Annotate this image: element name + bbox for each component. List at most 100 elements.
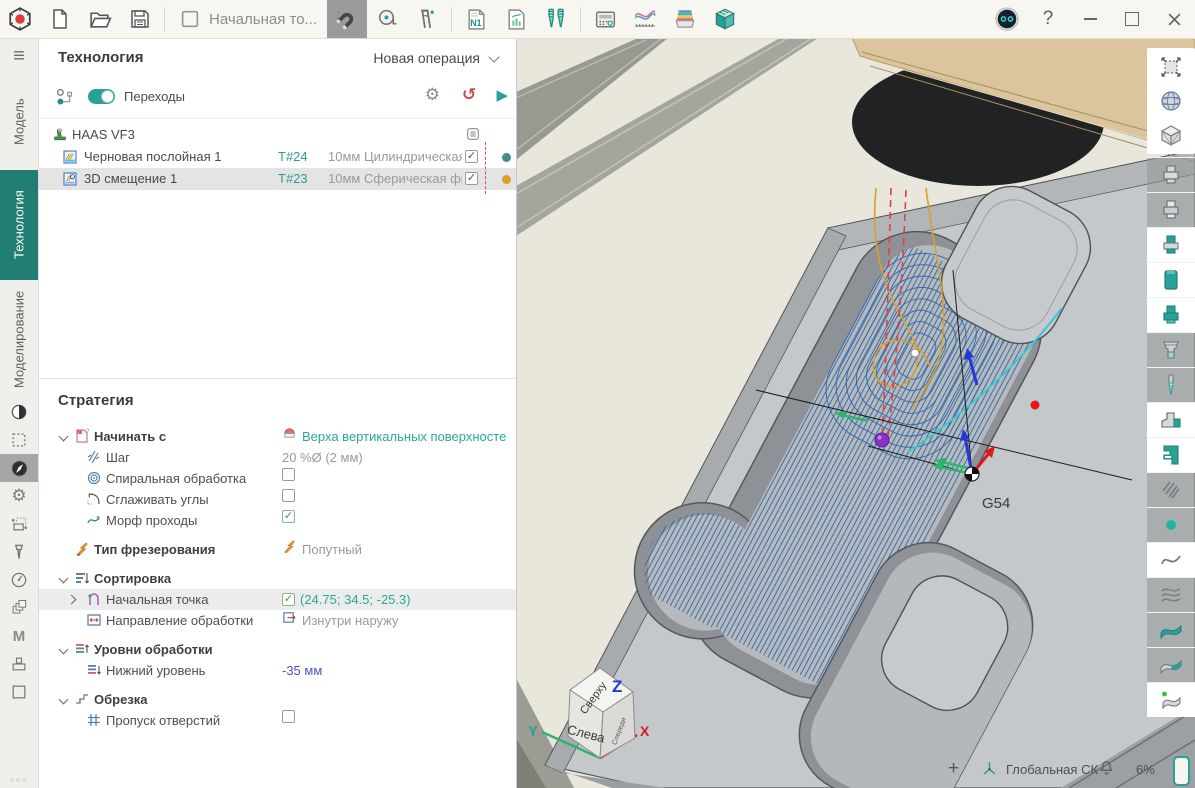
operation-enabled-checkbox[interactable]: [465, 150, 478, 163]
surface-teal-button[interactable]: [1147, 612, 1195, 647]
document-tab[interactable]: Начальная то...: [169, 0, 327, 38]
param-start-point[interactable]: Начальная точка (24.75; 34.5; -25.3): [38, 589, 516, 610]
caliper-button[interactable]: [407, 0, 447, 38]
tab-model[interactable]: Модель: [0, 74, 38, 170]
waves-button[interactable]: [1147, 577, 1195, 612]
param-morph-passes[interactable]: Морф проходы: [38, 510, 516, 531]
close-button[interactable]: [1153, 0, 1195, 38]
material-box-button[interactable]: [705, 0, 745, 38]
param-smooth-corners[interactable]: Сглаживать углы: [38, 489, 516, 510]
expand-caret-icon[interactable]: [67, 595, 77, 605]
direction-value[interactable]: Изнутри наружу: [302, 610, 399, 631]
save-project-button[interactable]: [120, 0, 160, 38]
param-start-from[interactable]: ? Начинать с Верха вертикальных поверхно…: [38, 426, 516, 447]
material-m-icon[interactable]: M: [0, 622, 38, 650]
operation-settings-icon[interactable]: ⚙: [425, 85, 440, 105]
collapse-caret-icon[interactable]: [59, 432, 69, 442]
settings-gear-icon[interactable]: ⚙: [0, 482, 38, 510]
transitions-graph-icon[interactable]: [54, 86, 76, 111]
shaded-view-button[interactable]: [1147, 84, 1195, 118]
transform-box-icon[interactable]: [0, 510, 38, 538]
navigator-compass-icon[interactable]: [0, 454, 38, 482]
viewport-3d[interactable]: G54 Сверху Слева Спереди Y Z X: [516, 38, 1195, 788]
milling-type-value[interactable]: Попутный: [302, 539, 362, 560]
step-value[interactable]: 20 %Ø (2 мм): [282, 447, 363, 468]
gcode-n1-button[interactable]: N1: [456, 0, 496, 38]
tree-machine-row[interactable]: HAAS VF3: [38, 124, 516, 146]
coordinate-system-icon[interactable]: [980, 759, 999, 781]
more-dots-icon[interactable]: ○○○: [10, 777, 29, 784]
tool-holder-1-button[interactable]: [1147, 157, 1195, 192]
tool-holder-2-button[interactable]: [1147, 192, 1195, 227]
surface-half-button[interactable]: [1147, 647, 1195, 682]
magnet-snap-button[interactable]: [327, 0, 367, 38]
selection-frame-icon[interactable]: [0, 426, 38, 454]
param-step[interactable]: Шаг 20 %Ø (2 мм): [38, 447, 516, 468]
collapse-caret-icon[interactable]: [59, 574, 69, 584]
csys-label[interactable]: Глобальная СК: [1006, 762, 1098, 777]
open-project-button[interactable]: [80, 0, 120, 38]
tool-drill-icon[interactable]: [0, 538, 38, 566]
layers-icon[interactable]: [0, 594, 38, 622]
param-skip-holes[interactable]: Пропуск отверстий: [38, 710, 516, 731]
start-from-value[interactable]: Верха вертикальных поверхносте: [302, 426, 506, 447]
toolpath-hatch-button[interactable]: [1147, 472, 1195, 507]
collapse-caret-icon[interactable]: [59, 695, 69, 705]
param-milling-type[interactable]: Тип фрезерования Попутный: [38, 539, 516, 560]
add-wcs-icon[interactable]: +: [948, 758, 959, 780]
frame-square-icon[interactable]: [0, 678, 38, 706]
tool-cylinder-button[interactable]: [1147, 262, 1195, 297]
viewport-status-bar: + Глобальная СК 6%: [516, 754, 1195, 788]
collapse-caret-icon[interactable]: [59, 645, 69, 655]
new-document-button[interactable]: [40, 0, 80, 38]
flag-active-button[interactable]: [1147, 682, 1195, 717]
wireframe-view-button[interactable]: [1147, 118, 1195, 152]
tree-operation-row-selected[interactable]: 3D смещение 1 T#23 10мм Сферическая фр: [38, 168, 516, 190]
machine-teal-button[interactable]: [1147, 437, 1195, 472]
group-trimming[interactable]: Обрезка: [38, 689, 516, 710]
hamburger-menu-icon[interactable]: ≡: [0, 38, 38, 74]
tab-technology[interactable]: Технология: [0, 170, 38, 280]
calculator-button[interactable]: [585, 0, 625, 38]
tab-simulation[interactable]: Моделирование: [0, 280, 38, 398]
start-point-checkbox[interactable]: [282, 593, 295, 606]
drill-bit-button[interactable]: [1147, 367, 1195, 402]
gauge-icon[interactable]: [0, 566, 38, 594]
tool-holder-teal-2-button[interactable]: [1147, 297, 1195, 332]
fit-view-button[interactable]: [1147, 50, 1195, 84]
group-levels[interactable]: Уровни обработки: [38, 639, 516, 660]
smooth-corners-checkbox[interactable]: [282, 489, 295, 502]
param-spiral[interactable]: Спиральная обработка: [38, 468, 516, 489]
tree-operation-row[interactable]: Черновая послойная 1 T#24 10мм Цилиндрич…: [38, 146, 516, 168]
run-simulation-icon[interactable]: ▶: [496, 86, 508, 104]
notifications-bell-icon[interactable]: [1098, 759, 1115, 779]
param-machining-direction[interactable]: Направление обработки Изнутри наружу: [38, 610, 516, 631]
maximize-button[interactable]: [1111, 0, 1153, 38]
workpiece-circle-icon[interactable]: [0, 398, 38, 426]
skip-holes-checkbox[interactable]: [282, 710, 295, 723]
help-button[interactable]: ?: [1027, 0, 1069, 38]
report-document-button[interactable]: [496, 0, 536, 38]
graphs-button[interactable]: [625, 0, 665, 38]
tool-holder-teal-1-button[interactable]: [1147, 227, 1195, 262]
morph-passes-checkbox[interactable]: [282, 510, 295, 523]
new-operation-dropdown[interactable]: Новая операция: [373, 50, 498, 66]
tool-taper-button[interactable]: [1147, 332, 1195, 367]
assistant-robot-button[interactable]: [987, 0, 1027, 38]
lower-level-value[interactable]: -35 мм: [282, 660, 322, 681]
measure-tape-button[interactable]: [367, 0, 407, 38]
group-sorting[interactable]: Сортировка: [38, 568, 516, 589]
param-lower-level[interactable]: Нижний уровень -35 мм: [38, 660, 516, 681]
press-setup-icon[interactable]: [0, 650, 38, 678]
operation-enabled-checkbox[interactable]: [465, 172, 478, 185]
layers-stack-button[interactable]: [665, 0, 705, 38]
machine-head-button[interactable]: [1147, 402, 1195, 437]
curve-wave-button[interactable]: [1147, 542, 1195, 577]
transitions-toggle[interactable]: [88, 89, 115, 104]
start-point-value[interactable]: (24.75; 34.5; -25.3): [300, 589, 411, 610]
minimize-button[interactable]: [1069, 0, 1111, 38]
tool-library-button[interactable]: [536, 0, 576, 38]
point-dot-button[interactable]: [1147, 507, 1195, 542]
recalculate-icon[interactable]: ↻: [462, 85, 476, 105]
spiral-checkbox[interactable]: [282, 468, 295, 481]
